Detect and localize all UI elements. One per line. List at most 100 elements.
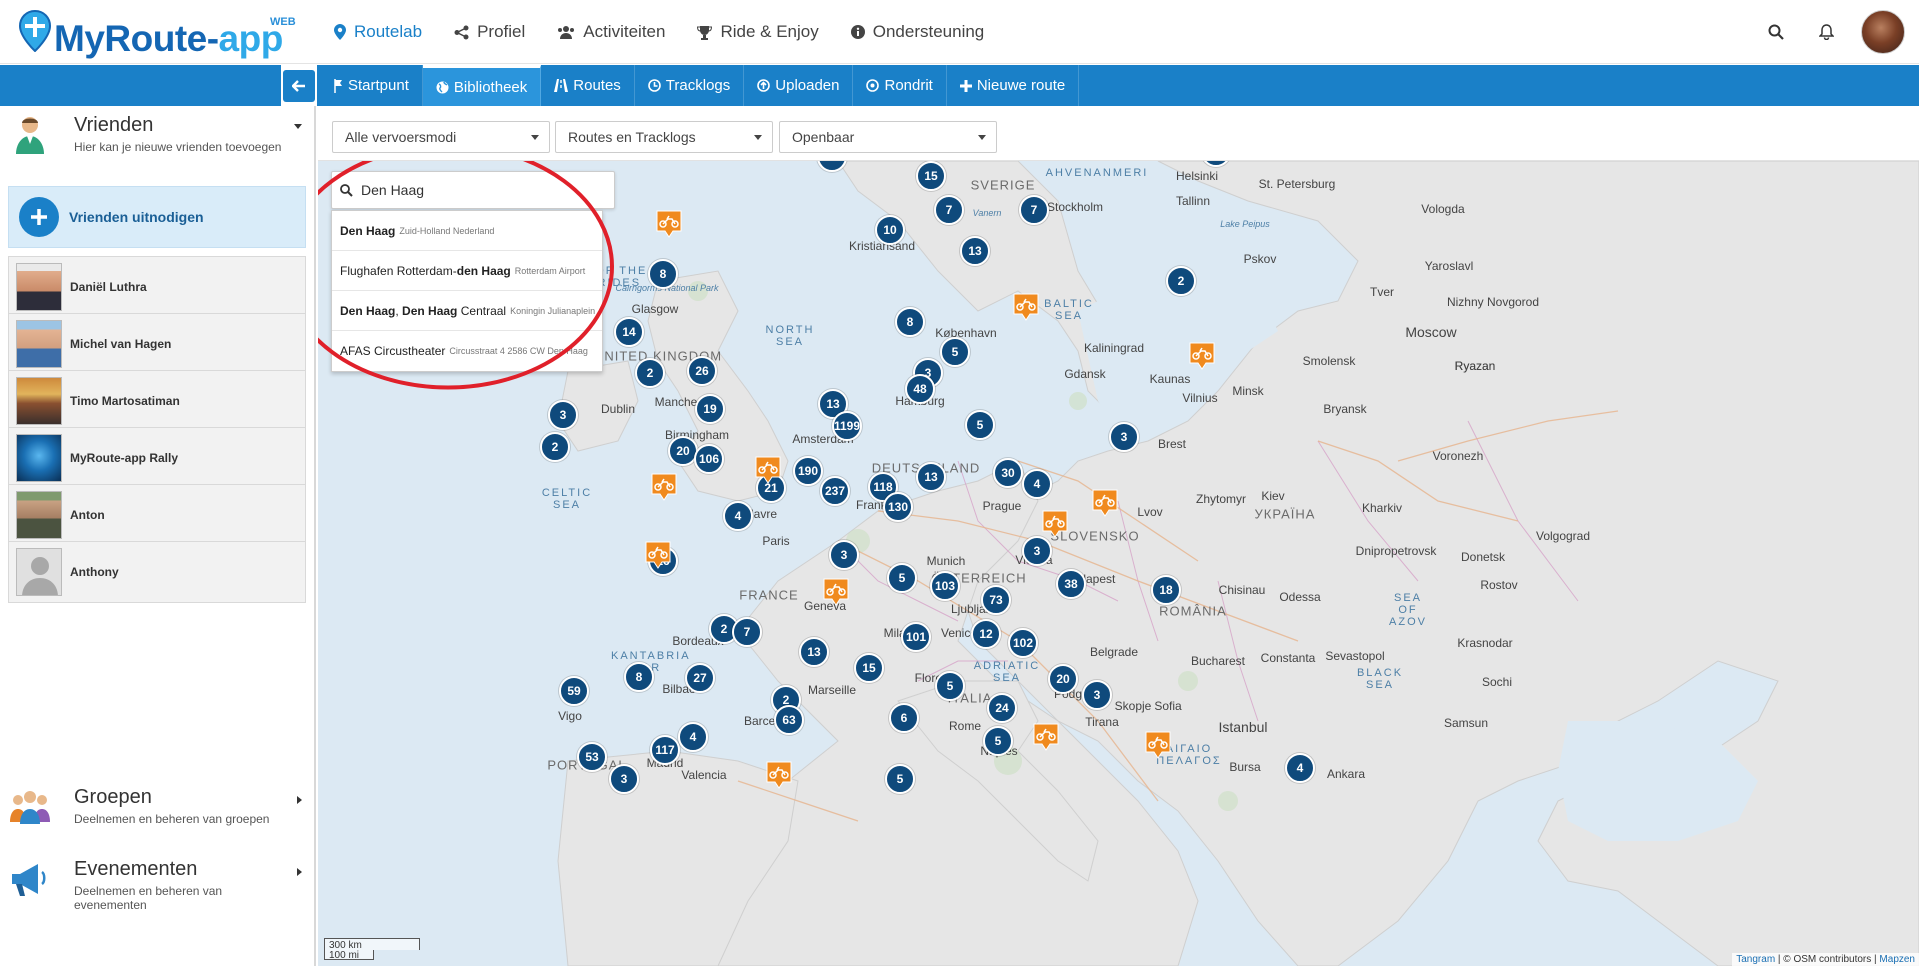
motorcycle-route-icon[interactable] (766, 761, 792, 789)
route-cluster-marker[interactable]: 8 (624, 662, 654, 692)
route-cluster-marker[interactable]: 3 (829, 540, 859, 570)
route-cluster-marker[interactable]: 4 (1022, 469, 1052, 499)
route-cluster-marker[interactable]: 14 (614, 317, 644, 347)
route-cluster-marker[interactable]: 59 (559, 676, 589, 706)
motorcycle-route-icon[interactable] (656, 210, 682, 238)
route-cluster-marker[interactable]: 3 (548, 400, 578, 430)
route-cluster-marker[interactable]: 24 (987, 693, 1017, 723)
route-cluster-marker[interactable]: 2 (635, 358, 665, 388)
tab-rondrit[interactable]: Rondrit (853, 65, 947, 106)
route-cluster-marker[interactable]: 237 (820, 476, 850, 506)
route-cluster-marker[interactable]: 15 (916, 161, 946, 191)
route-cluster-marker[interactable]: 48 (905, 374, 935, 404)
route-cluster-marker[interactable]: 26 (687, 356, 717, 386)
route-cluster-marker[interactable]: 13 (960, 236, 990, 266)
route-cluster-marker[interactable]: 4 (678, 722, 708, 752)
route-cluster-marker[interactable]: 63 (774, 705, 804, 735)
motorcycle-route-icon[interactable] (1145, 731, 1171, 759)
route-cluster-marker[interactable]: 130 (883, 492, 913, 522)
route-cluster-marker[interactable]: 2 (1166, 266, 1196, 296)
friend-item[interactable]: MyRoute-app Rally (8, 427, 306, 489)
route-cluster-marker[interactable]: 1199 (832, 411, 862, 441)
route-cluster-marker[interactable]: 106 (694, 444, 724, 474)
route-cluster-marker[interactable]: 7 (934, 195, 964, 225)
route-cluster-marker[interactable]: 10 (875, 215, 905, 245)
route-cluster-marker[interactable]: 53 (577, 742, 607, 772)
route-cluster-marker[interactable]: 103 (930, 571, 960, 601)
nav-profiel[interactable]: Profiel (454, 22, 525, 42)
motorcycle-route-icon[interactable] (1033, 723, 1059, 751)
route-cluster-marker[interactable]: 3 (1082, 680, 1112, 710)
nav-activiteiten[interactable]: Activiteiten (557, 22, 665, 42)
friend-item[interactable]: Anton (8, 484, 306, 546)
route-cluster-marker[interactable]: 190 (793, 456, 823, 486)
route-cluster-marker[interactable]: 5 (940, 337, 970, 367)
europe-map[interactable]: Helsinki St. Petersburg Stockholm SVERIGE Ta… (318, 161, 1919, 966)
route-cluster-marker[interactable]: 13 (916, 462, 946, 492)
motorcycle-route-icon[interactable] (1189, 342, 1215, 370)
route-cluster-marker[interactable]: 38 (1056, 569, 1086, 599)
invite-friends-button[interactable]: Vrienden uitnodigen (8, 186, 306, 248)
route-cluster-marker[interactable]: 4 (723, 501, 753, 531)
search-button[interactable] (1751, 24, 1801, 40)
route-cluster-marker[interactable]: 12 (971, 619, 1001, 649)
friends-section-header[interactable]: Vrienden Hier kan je nieuwe vrienden toe… (0, 106, 316, 166)
motorcycle-route-icon[interactable] (651, 473, 677, 501)
route-cluster-marker[interactable]: 5 (983, 726, 1013, 756)
motorcycle-route-icon[interactable] (1013, 293, 1039, 321)
route-cluster-marker[interactable]: 27 (685, 663, 715, 693)
tab-startpunt[interactable]: Startpunt (320, 65, 423, 106)
tab-tracklogs[interactable]: Tracklogs (635, 65, 745, 106)
route-cluster-marker[interactable]: 117 (650, 735, 680, 765)
events-section-header[interactable]: Evenementen Deelnemen en beheren van eve… (0, 850, 316, 912)
friend-item[interactable]: Daniël Luthra (8, 256, 306, 318)
friend-item[interactable]: Michel van Hagen (8, 313, 306, 375)
attribution-tangram-link[interactable]: Tangram (1736, 954, 1775, 965)
route-cluster-marker[interactable]: 7 (732, 617, 762, 647)
route-cluster-marker[interactable]: 20 (1048, 664, 1078, 694)
tab-bibliotheek[interactable]: Bibliotheek (422, 65, 542, 106)
route-cluster-marker[interactable]: 3 (1109, 422, 1139, 452)
route-cluster-marker[interactable]: 73 (981, 585, 1011, 615)
route-cluster-marker[interactable]: 7 (1019, 195, 1049, 225)
motorcycle-route-icon[interactable] (1042, 510, 1068, 538)
visibility-filter-select[interactable]: Openbaar (779, 121, 997, 153)
groups-section-header[interactable]: Groepen Deelnemen en beheren van groepen (0, 778, 316, 838)
notifications-button[interactable] (1801, 24, 1851, 40)
type-filter-select[interactable]: Routes en Tracklogs (555, 121, 773, 153)
route-cluster-marker[interactable]: 18 (1151, 575, 1181, 605)
app-logo[interactable]: MyRoute-app WEB (16, 8, 316, 59)
route-cluster-marker[interactable]: 101 (901, 622, 931, 652)
route-cluster-marker[interactable]: 2 (540, 432, 570, 462)
route-cluster-marker[interactable]: 5 (965, 410, 995, 440)
route-cluster-marker[interactable]: 5 (887, 563, 917, 593)
nav-routelab[interactable]: Routelab (334, 22, 422, 42)
user-avatar[interactable] (1861, 10, 1905, 54)
route-cluster-marker[interactable]: 5 (935, 671, 965, 701)
motorcycle-route-icon[interactable] (1092, 489, 1118, 517)
transport-filter-select[interactable]: Alle vervoersmodi (332, 121, 550, 153)
attribution-mapzen-link[interactable]: Mapzen (1879, 954, 1915, 965)
friend-item[interactable]: Anthony (8, 541, 306, 603)
collapse-sidebar-button[interactable] (281, 65, 317, 106)
motorcycle-route-icon[interactable] (645, 541, 671, 569)
nav-ondersteuning[interactable]: Ondersteuning (850, 22, 984, 42)
motorcycle-route-icon[interactable] (823, 578, 849, 606)
route-cluster-marker[interactable]: 5 (885, 764, 915, 794)
nav-ride-enjoy[interactable]: Ride & Enjoy (697, 22, 819, 42)
route-cluster-marker[interactable]: 19 (695, 394, 725, 424)
route-cluster-marker[interactable]: 3 (1022, 536, 1052, 566)
route-cluster-marker[interactable]: 15 (854, 653, 884, 683)
tab-uploaden[interactable]: Uploaden (744, 65, 854, 106)
route-cluster-marker[interactable]: 6 (889, 703, 919, 733)
route-cluster-marker[interactable]: 8 (648, 259, 678, 289)
tab-nieuwe-route[interactable]: Nieuwe route (947, 65, 1080, 106)
motorcycle-route-icon[interactable] (755, 456, 781, 484)
route-cluster-marker[interactable]: 8 (895, 307, 925, 337)
route-cluster-marker[interactable]: 3 (609, 764, 639, 794)
route-cluster-marker[interactable]: 102 (1008, 628, 1038, 658)
tab-routes[interactable]: Routes (541, 65, 635, 106)
route-cluster-marker[interactable]: 13 (799, 637, 829, 667)
route-cluster-marker[interactable]: 4 (1285, 753, 1315, 783)
route-cluster-marker[interactable]: 30 (993, 458, 1023, 488)
